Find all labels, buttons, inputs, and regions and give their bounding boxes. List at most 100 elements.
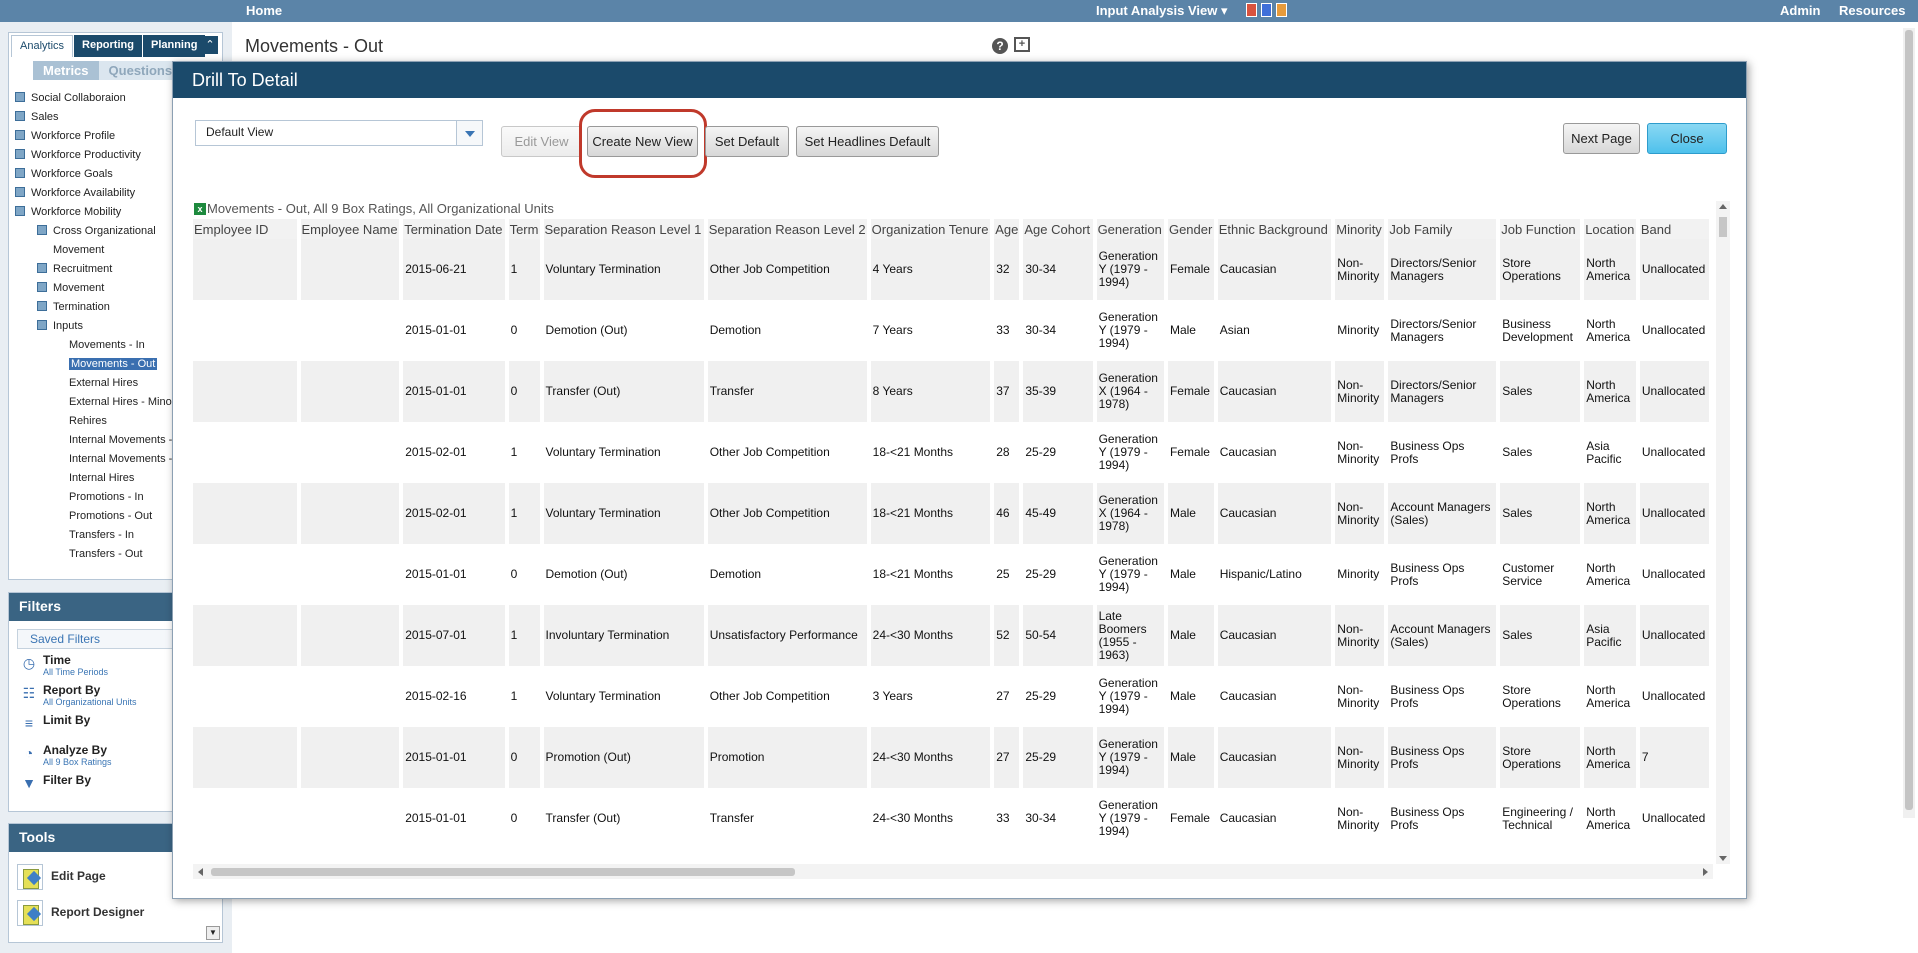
page-scrollbar-thumb[interactable]: [1905, 30, 1913, 810]
expand-icon[interactable]: [37, 282, 47, 293]
table-row[interactable]: 2015-01-01 0 Demotion (Out) Demotion 7 Years…: [193, 300, 1709, 361]
input-analysis-view-menu[interactable]: Input Analysis View ▾: [1096, 3, 1228, 19]
table-row[interactable]: 2015-06-21 1 Voluntary Termination Other Jo…: [193, 239, 1709, 300]
collapse-panel-icon[interactable]: ⌃: [202, 36, 218, 54]
edit-view-button[interactable]: Edit View: [501, 126, 582, 157]
resources-link[interactable]: Resources: [1839, 3, 1905, 18]
table-cell: 7: [1639, 727, 1709, 788]
help-icon[interactable]: ?: [992, 38, 1008, 54]
tree-item-label: Movement: [53, 244, 105, 256]
table-cell: Female: [1167, 788, 1214, 849]
tab-reporting[interactable]: Reporting: [74, 35, 142, 57]
table-cell: Non-Minority: [1335, 605, 1385, 666]
expand-icon[interactable]: [37, 225, 47, 236]
table-row[interactable]: 2015-01-01 0 Transfer (Out) Transfer 24-<30 …: [193, 788, 1709, 849]
table-row[interactable]: 2015-01-01 0 Promotion (Out) Promotion 24-<3…: [193, 727, 1709, 788]
scroll-left-icon[interactable]: [198, 868, 203, 876]
expand-icon[interactable]: [37, 301, 47, 312]
expand-icon[interactable]: [15, 187, 25, 198]
column-header[interactable]: Ethnic Background: [1217, 219, 1332, 239]
metrics-tab[interactable]: Metrics: [33, 61, 99, 80]
column-header[interactable]: Term: [508, 219, 540, 239]
table-row[interactable]: 2015-01-01 0 Transfer (Out) Transfer 8 Years…: [193, 361, 1709, 422]
expand-icon[interactable]: [15, 92, 25, 103]
tab-planning[interactable]: Planning: [142, 35, 206, 57]
metrics-questions-toggle: Metrics Questions: [33, 61, 183, 80]
table-cell: [193, 666, 297, 727]
column-header[interactable]: Band: [1639, 219, 1709, 239]
table-cell: 3 Years: [870, 666, 991, 727]
column-header[interactable]: Minority: [1335, 219, 1385, 239]
next-page-button[interactable]: Next Page: [1563, 123, 1640, 154]
table-cell: Voluntary Termination: [543, 239, 704, 300]
view-select[interactable]: Default View: [195, 120, 483, 146]
pdf-export-icon[interactable]: [1246, 3, 1257, 17]
table-cell: Business Ops Profs: [1388, 544, 1497, 605]
table-cell: Caucasian: [1217, 239, 1332, 300]
expand-icon[interactable]: [15, 130, 25, 141]
add-comment-icon[interactable]: +: [1014, 37, 1030, 52]
table-cell: 32: [994, 239, 1020, 300]
column-header[interactable]: Organization Tenure: [870, 219, 991, 239]
table-cell: [193, 422, 297, 483]
table-cell: Unallocated: [1639, 483, 1709, 544]
horizontal-scroll-thumb[interactable]: [211, 868, 795, 876]
column-header[interactable]: Gender: [1167, 219, 1214, 239]
expand-icon[interactable]: [15, 168, 25, 179]
table-cell: [300, 727, 400, 788]
table-row[interactable]: 2015-01-01 0 Demotion (Out) Demotion 18-<21 …: [193, 544, 1709, 605]
set-headlines-default-button[interactable]: Set Headlines Default: [796, 126, 939, 157]
column-header[interactable]: Separation Reason Level 2: [707, 219, 867, 239]
tab-analytics[interactable]: Analytics: [11, 35, 74, 57]
table-row[interactable]: 2015-02-01 1 Voluntary Termination Other Jo…: [193, 483, 1709, 544]
scroll-right-icon[interactable]: [1703, 868, 1708, 876]
column-header[interactable]: Employee ID: [193, 219, 297, 239]
close-button[interactable]: Close: [1647, 123, 1727, 154]
home-link[interactable]: Home: [246, 3, 282, 18]
table-row[interactable]: 2015-07-01 1 Involuntary Termination Unsati…: [193, 605, 1709, 666]
table-cell: 0: [508, 300, 540, 361]
vertical-scroll-thumb[interactable]: [1719, 217, 1727, 237]
questions-tab[interactable]: Questions: [98, 61, 183, 80]
column-header[interactable]: Location: [1584, 219, 1636, 239]
scroll-down-icon[interactable]: [1719, 856, 1727, 861]
page-scrollbar[interactable]: [1903, 28, 1915, 818]
column-header[interactable]: Separation Reason Level 1: [543, 219, 704, 239]
expand-icon[interactable]: [15, 206, 25, 217]
column-header[interactable]: Job Function: [1500, 219, 1581, 239]
panel-scroll-down-icon[interactable]: ▼: [206, 926, 220, 940]
table-row[interactable]: 2015-02-01 1 Voluntary Termination Other Jo…: [193, 422, 1709, 483]
table-cell: 27: [994, 666, 1020, 727]
table-row[interactable]: 2015-02-16 1 Voluntary Termination Other Jo…: [193, 666, 1709, 727]
table-cell: [300, 605, 400, 666]
expand-icon[interactable]: [37, 263, 47, 274]
dialog-title: Drill To Detail: [173, 62, 1746, 98]
powerpoint-export-icon[interactable]: [1276, 3, 1287, 17]
expand-icon[interactable]: [15, 111, 25, 122]
table-cell: 24-<30 Months: [870, 727, 991, 788]
column-header[interactable]: Job Family: [1388, 219, 1497, 239]
table-cell: Unallocated: [1639, 605, 1709, 666]
table-cell: North America: [1584, 544, 1636, 605]
table-cell: 0: [508, 727, 540, 788]
table-vertical-scrollbar[interactable]: [1716, 201, 1730, 864]
scroll-up-icon[interactable]: [1719, 204, 1727, 209]
set-default-button[interactable]: Set Default: [705, 126, 789, 157]
word-export-icon[interactable]: [1261, 3, 1272, 17]
excel-export-icon[interactable]: x: [194, 203, 206, 215]
table-cell: Unallocated: [1639, 788, 1709, 849]
table-cell: 25: [994, 544, 1020, 605]
report-designer-tool[interactable]: Report Designer: [9, 896, 222, 932]
admin-link[interactable]: Admin: [1780, 3, 1820, 18]
expand-icon[interactable]: [15, 149, 25, 160]
table-cell: 37: [994, 361, 1020, 422]
column-header[interactable]: Generation: [1096, 219, 1164, 239]
column-header[interactable]: Age Cohort: [1023, 219, 1093, 239]
chevron-down-icon[interactable]: [456, 121, 482, 145]
expand-icon[interactable]: [37, 320, 47, 331]
column-header[interactable]: Age: [994, 219, 1020, 239]
tree-item-label: Workforce Productivity: [31, 149, 141, 161]
column-header[interactable]: Employee Name: [300, 219, 400, 239]
table-horizontal-scrollbar[interactable]: [193, 864, 1713, 879]
column-header[interactable]: Termination Date: [403, 219, 505, 239]
